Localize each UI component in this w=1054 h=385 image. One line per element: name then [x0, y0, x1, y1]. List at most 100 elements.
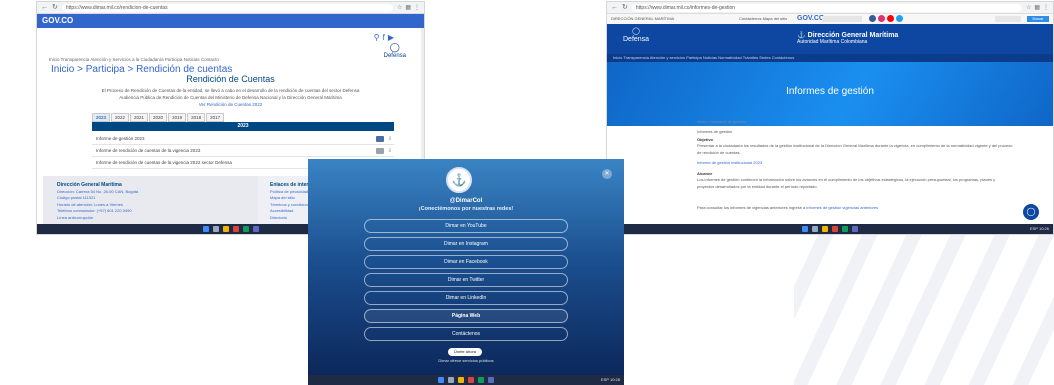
tab-year[interactable]: 2021	[130, 113, 149, 122]
link-button[interactable]: Dimar en YouTube	[364, 219, 568, 233]
back-icon[interactable]: ←	[41, 4, 48, 11]
link-button[interactable]: Dimar en LinkedIn	[364, 291, 568, 305]
defensa-logo[interactable]: ◯ Defensa	[623, 28, 649, 45]
start-icon[interactable]	[202, 226, 209, 232]
language-selector[interactable]	[822, 16, 862, 22]
description-line: El Proceso de Rendición de Cuentas de la…	[101, 88, 360, 93]
close-button[interactable]: ✕	[602, 169, 612, 179]
document-icon	[376, 148, 384, 154]
app-icon[interactable]	[852, 226, 858, 232]
paragraph-text: Presentar a la ciudadanía los resultados…	[697, 143, 1013, 155]
link-button[interactable]: Dimar en Twitter	[364, 273, 568, 287]
utility-links[interactable]: Contáctenos Mapa del sitio	[739, 14, 787, 24]
row-label: Informe de rendición de cuentas de la vi…	[96, 148, 201, 153]
govco-logo[interactable]: GOV.CO	[42, 16, 73, 25]
tab-year[interactable]: 2022	[111, 113, 130, 122]
description-line: Audiencia Pública de Rendición de Cuenta…	[119, 94, 342, 100]
system-tray[interactable]: ESP 10:26	[1030, 224, 1049, 234]
start-icon[interactable]	[438, 377, 444, 383]
page-footer[interactable]: Dimar ofrece servicios públicos	[308, 358, 624, 363]
reload-icon[interactable]: ↻	[52, 4, 58, 11]
instagram-icon[interactable]	[878, 15, 885, 22]
tab-year[interactable]: 2023	[92, 113, 111, 122]
address-bar[interactable]: https://www.dimar.mil.co/informes-de-ges…	[631, 3, 1022, 12]
section-title: Informes de gestión	[697, 129, 733, 134]
download-icon[interactable]: ⇩	[388, 133, 392, 145]
scope-block: Alcance Los informes de gestión contiene…	[697, 171, 1013, 190]
banner-title: Informes de gestión	[786, 86, 874, 97]
link-button[interactable]: Contáctenos	[364, 327, 568, 341]
tab-year[interactable]: 2020	[149, 113, 168, 122]
link-button[interactable]: Dimar en Instagram	[364, 237, 568, 251]
tab-year[interactable]: 2019	[168, 113, 187, 122]
govco-bar: GOV.CO	[37, 14, 424, 28]
tab-year[interactable]: 2017	[206, 113, 225, 122]
govco-logo[interactable]: GOV.CO	[797, 14, 824, 24]
address-bar[interactable]: https://www.dimar.mil.co/rendicion-de-cu…	[61, 3, 393, 12]
brand-title[interactable]: ⚓ Dirección General Marítima Autoridad M…	[797, 32, 898, 45]
app-icon[interactable]	[488, 377, 494, 383]
page-title: Rendición de Cuentas	[186, 74, 275, 84]
screenshot-informes-de-gestion: ← ↻ https://www.dimar.mil.co/informes-de…	[606, 1, 1054, 235]
search-input[interactable]	[995, 16, 1021, 22]
app-icon[interactable]	[842, 226, 848, 232]
app-icon[interactable]	[252, 226, 259, 232]
search-icon[interactable]	[812, 226, 818, 232]
link-button[interactable]: Página Web	[364, 309, 568, 323]
utility-bar: DIRECCIÓN GENERAL MARÍTIMA Contáctenos M…	[607, 14, 1053, 24]
main-menu[interactable]: Inicio Transparencia Atención y servicio…	[607, 54, 1053, 62]
extensions-icon[interactable]: ▦	[405, 5, 411, 11]
system-tray[interactable]: ESP 10:28	[601, 375, 620, 385]
windows-taskbar: ESP 10:28	[308, 375, 624, 385]
reload-icon[interactable]: ↻	[622, 4, 628, 11]
table-row[interactable]: Informe de gestión 2023 ⇩	[92, 133, 394, 145]
search-icon[interactable]	[448, 377, 454, 383]
star-icon[interactable]: ☆	[397, 5, 402, 11]
profile-tagline: ¡Conectémonos por nuestras redes!	[418, 206, 514, 212]
chrome-icon[interactable]	[232, 226, 239, 232]
youtube-icon[interactable]: ▶	[388, 33, 394, 42]
chrome-icon[interactable]	[468, 377, 474, 383]
defensa-logo[interactable]: ◯ Defensa	[384, 42, 406, 59]
page-description: El Proceso de Rendición de Cuentas de la…	[77, 88, 384, 102]
twitter-icon[interactable]	[896, 15, 903, 22]
menu-icon[interactable]: ⋮	[414, 5, 420, 11]
back-icon[interactable]: ←	[611, 4, 618, 11]
chrome-icon[interactable]	[832, 226, 838, 232]
search-icon[interactable]	[212, 226, 219, 232]
files-icon[interactable]	[458, 377, 464, 383]
chat-icon: ◯	[1026, 207, 1036, 216]
extensions-icon[interactable]: ▦	[1034, 5, 1040, 11]
previous-year-link[interactable]: Ver Rendición de Cuentas 2022	[37, 102, 424, 107]
facebook-icon[interactable]	[869, 15, 876, 22]
files-icon[interactable]	[222, 226, 229, 232]
paragraph-text: Los informes de gestión contienen la inf…	[697, 177, 996, 189]
table-row[interactable]: Informe de rendición de cuentas de la vi…	[92, 145, 394, 157]
files-icon[interactable]	[822, 226, 828, 232]
paragraph-heading: Objetivo	[697, 137, 714, 142]
close-icon: ✕	[604, 171, 610, 177]
tab-year[interactable]: 2018	[187, 113, 206, 122]
chat-button[interactable]: ◯	[1023, 204, 1039, 220]
app-icon[interactable]	[478, 377, 484, 383]
facebook-icon[interactable]: f	[383, 33, 385, 42]
star-icon[interactable]: ☆	[1026, 5, 1031, 11]
previous-reports-link[interactable]: informes de gestión vigencias anteriores	[806, 205, 878, 210]
browser-toolbar: ← ↻ https://www.dimar.mil.co/informes-de…	[607, 2, 1053, 14]
search-button[interactable]: Buscar	[1027, 16, 1049, 22]
browser-toolbar: ← ↻ https://www.dimar.mil.co/rendicion-d…	[37, 2, 424, 14]
app-icon[interactable]	[242, 226, 249, 232]
entity-name: DIRECCIÓN GENERAL MARÍTIMA	[611, 16, 675, 21]
youtube-icon[interactable]	[887, 15, 894, 22]
link-button[interactable]: Dimar en Facebook	[364, 255, 568, 269]
start-icon[interactable]	[802, 226, 808, 232]
footer-line[interactable]: Línea anticorrupción	[57, 215, 138, 221]
report-link-block: Informe de gestión institucional 2023	[697, 160, 1013, 166]
menu-icon[interactable]: ⋮	[1043, 5, 1049, 11]
download-icon[interactable]: ⇩	[388, 145, 392, 157]
main-menu[interactable]: Inicio Transparencia Atención y Servicio…	[49, 57, 219, 62]
breadcrumb[interactable]: Inicio > Informes de gestión	[697, 119, 746, 124]
join-button[interactable]: Únete ahora	[448, 348, 482, 356]
report-link[interactable]: Informe de gestión institucional 2023	[697, 160, 762, 165]
search-icon[interactable]: ⚲	[374, 33, 380, 42]
